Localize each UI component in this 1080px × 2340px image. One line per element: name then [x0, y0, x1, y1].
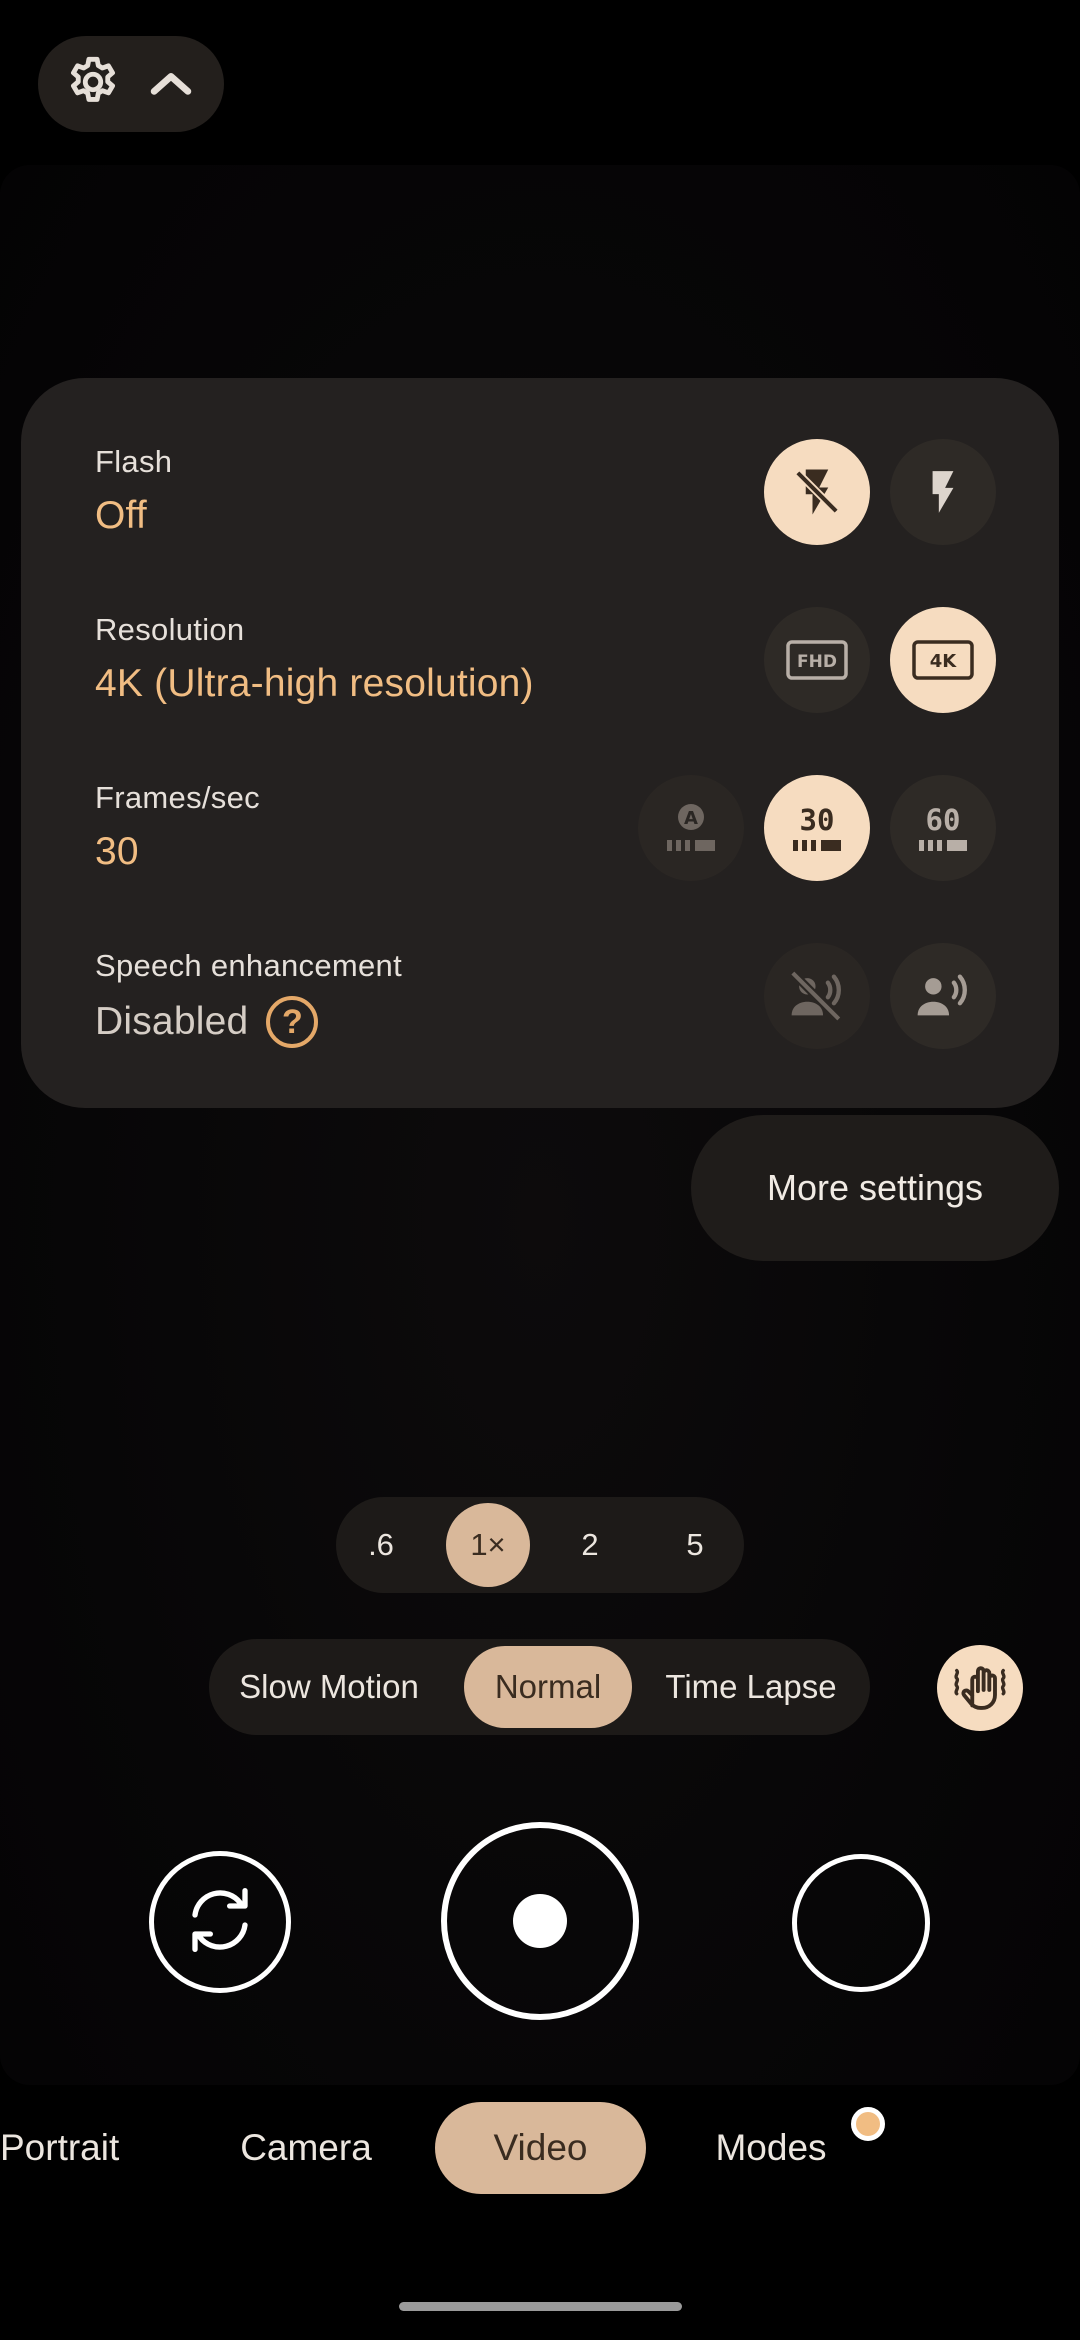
fps-60-button[interactable]: 60: [890, 775, 996, 881]
chevron-up-icon[interactable]: [148, 67, 194, 102]
zoom-0-6[interactable]: .6: [339, 1497, 423, 1593]
zoom-2[interactable]: 2: [548, 1497, 632, 1593]
fps-auto-button[interactable]: A: [638, 775, 744, 881]
speed-normal[interactable]: Normal: [464, 1646, 632, 1728]
resolution-4k-button[interactable]: 4K: [890, 607, 996, 713]
fps-label: Frames/sec: [95, 780, 260, 815]
flash-on-button[interactable]: [890, 439, 996, 545]
stabilization-hand-icon: [949, 1655, 1011, 1722]
fps-value: 30: [95, 830, 139, 873]
settings-toggle-pill[interactable]: [38, 36, 224, 132]
zoom-1x[interactable]: 1×: [446, 1503, 530, 1587]
mode-portrait[interactable]: Portrait: [0, 2102, 134, 2194]
fps-option-30: 30: [800, 803, 835, 837]
flip-camera-icon: [180, 1880, 260, 1965]
speech-value: Disabled: [95, 1000, 249, 1043]
resolution-label: Resolution: [95, 612, 245, 647]
speech-off-icon: [788, 967, 846, 1025]
fps-option-60: 60: [926, 803, 961, 837]
mode-modes[interactable]: Modes: [700, 2102, 842, 2194]
resolution-option-fhd: FHD: [797, 652, 837, 672]
record-button[interactable]: [441, 1822, 639, 2020]
mode-camera[interactable]: Camera: [226, 2102, 386, 2194]
speech-label: Speech enhancement: [95, 948, 403, 983]
mode-video[interactable]: Video: [435, 2102, 646, 2194]
zoom-5[interactable]: 5: [653, 1497, 737, 1593]
help-glyph: ?: [281, 1003, 303, 1041]
flash-off-icon: [790, 465, 844, 519]
fps-30-button[interactable]: 30: [764, 775, 870, 881]
speech-value-row: Disabled ?: [95, 996, 319, 1048]
flip-camera-button[interactable]: [149, 1851, 291, 1993]
flash-value: Off: [95, 494, 147, 537]
zoom-selector: .6 1× 2 5: [336, 1497, 744, 1593]
resolution-fhd-button[interactable]: FHD: [764, 607, 870, 713]
speed-time-lapse[interactable]: Time Lapse: [653, 1639, 849, 1735]
quick-settings-panel: Flash Off Resolution 4K (Ultra-high reso…: [21, 378, 1059, 1108]
gear-icon[interactable]: [64, 53, 122, 116]
record-icon: [513, 1894, 567, 1948]
speech-on-button[interactable]: [890, 943, 996, 1049]
resolution-value: 4K (Ultra-high resolution): [95, 662, 534, 705]
flash-label: Flash: [95, 444, 173, 479]
speech-on-icon: [914, 967, 972, 1025]
camera-screen: Flash Off Resolution 4K (Ultra-high reso…: [0, 0, 1080, 2340]
home-indicator[interactable]: [399, 2302, 682, 2311]
notification-dot: [851, 2107, 885, 2141]
speed-slow-motion[interactable]: Slow Motion: [231, 1639, 427, 1735]
stabilization-button[interactable]: [937, 1645, 1023, 1731]
speech-off-button[interactable]: [764, 943, 870, 1049]
video-speed-selector: Slow Motion Normal Time Lapse: [209, 1639, 870, 1735]
gallery-thumbnail[interactable]: [792, 1854, 930, 1992]
fps-option-auto: A: [684, 808, 698, 829]
flash-off-button[interactable]: [764, 439, 870, 545]
more-settings-button[interactable]: More settings: [691, 1115, 1059, 1261]
flash-on-icon: [918, 467, 968, 517]
help-circle-icon[interactable]: ?: [266, 996, 319, 1048]
resolution-option-4k: 4K: [930, 651, 958, 672]
